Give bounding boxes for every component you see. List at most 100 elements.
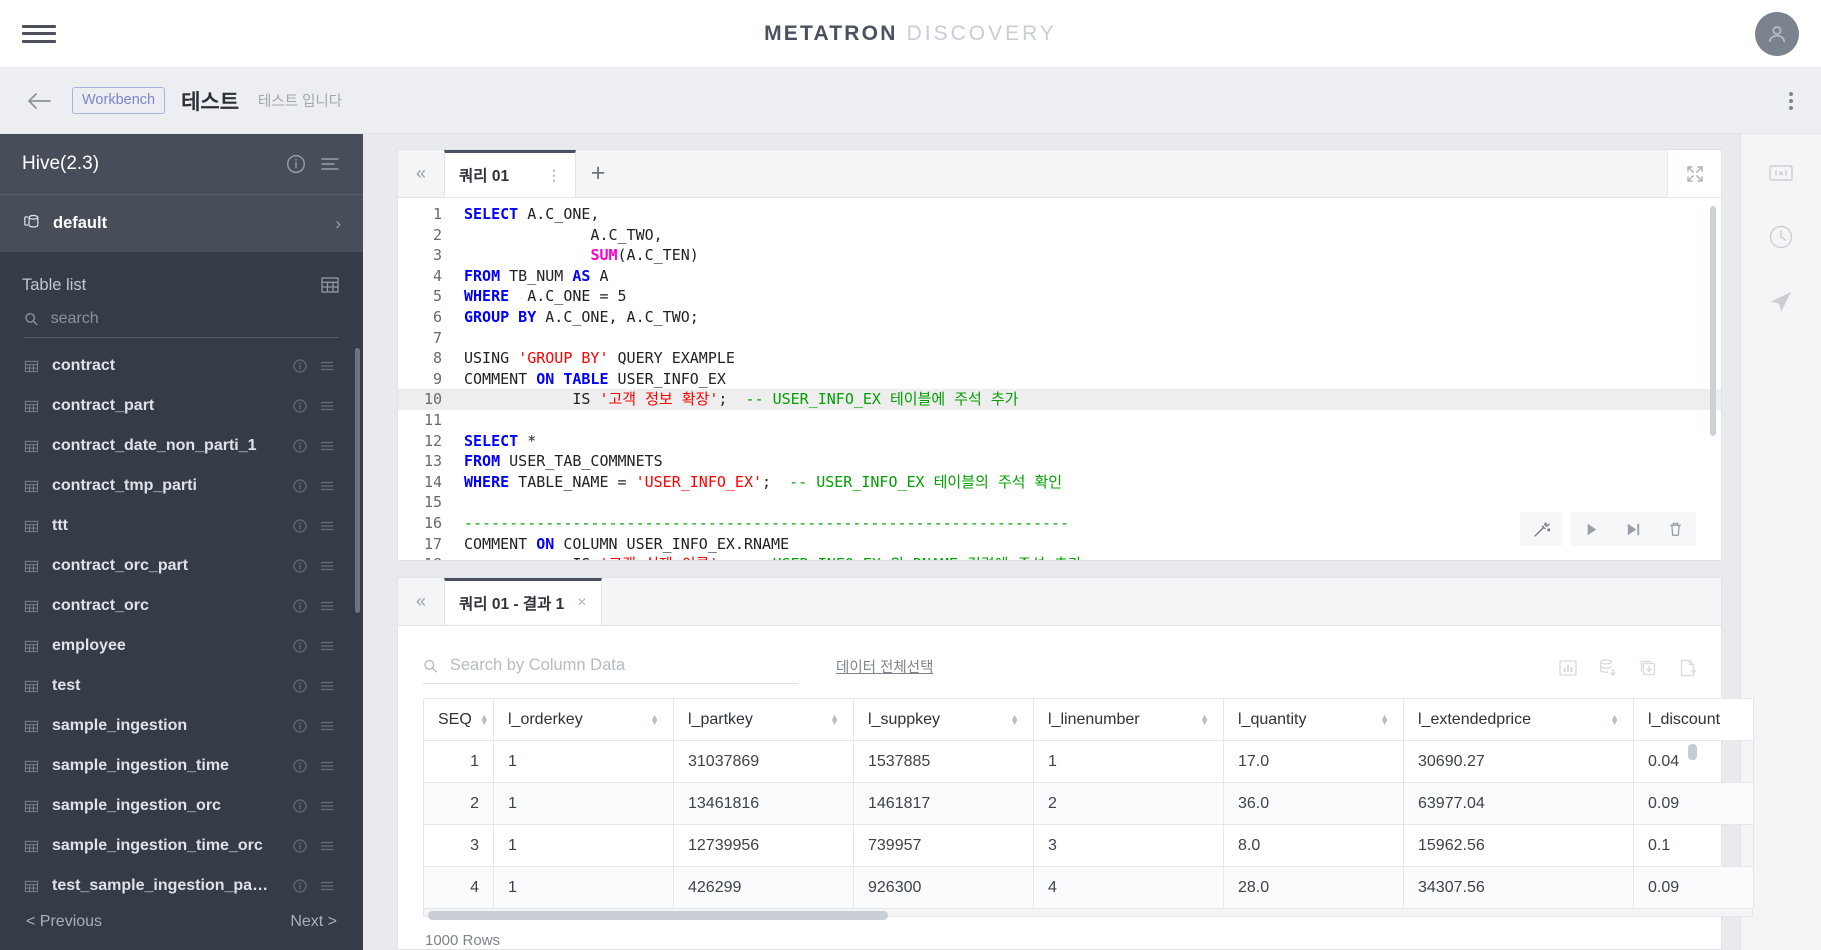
sort-icon[interactable]: ▲ ▼ (1200, 712, 1209, 726)
sidebar-database-row[interactable]: default › (0, 194, 363, 252)
sort-icon[interactable]: ▲ ▼ (1010, 712, 1019, 726)
list-menu-icon[interactable] (319, 358, 335, 374)
table-list-item[interactable]: sample_ingestion_time (0, 746, 363, 786)
table-row[interactable]: 3 1 12739956 739957 3 8.0 15962.56 0.1 (423, 824, 1754, 867)
info-icon[interactable] (292, 558, 308, 574)
table-list-item[interactable]: test (0, 666, 363, 706)
vertical-dots-icon[interactable]: ⋮ (527, 167, 561, 184)
close-icon[interactable]: × (577, 594, 586, 612)
copy-download-icon[interactable] (1637, 657, 1659, 679)
table-column-header[interactable]: l_orderkey ▲ ▼ (493, 698, 674, 741)
result-collapse-button[interactable]: « (398, 578, 444, 625)
grid-table-icon[interactable] (319, 274, 341, 296)
expand-icon[interactable] (1667, 150, 1721, 197)
search-input[interactable] (50, 310, 339, 328)
run-icon[interactable] (1570, 512, 1612, 546)
chart-icon[interactable] (1557, 657, 1579, 679)
column-search-input[interactable] (449, 656, 798, 675)
table-list-item[interactable]: contract_orc (0, 586, 363, 626)
table-list-item[interactable]: sample_ingestion (0, 706, 363, 746)
kebab-menu-icon[interactable] (1785, 88, 1797, 114)
table-list-item[interactable]: sample_ingestion_orc (0, 786, 363, 826)
info-icon[interactable] (292, 638, 308, 654)
editor-collapse-button[interactable]: « (398, 150, 444, 197)
chevron-right-icon[interactable]: › (335, 214, 341, 234)
table-row[interactable]: 2 1 13461816 1461817 2 36.0 63977.04 0.09 (423, 782, 1754, 825)
table-column-header[interactable]: SEQ ▲ ▼ (423, 698, 494, 741)
run-to-end-icon[interactable] (1612, 512, 1654, 546)
table-list-item[interactable]: contract_date_non_parti_1 (0, 426, 363, 466)
sidebar-scrollbar[interactable] (355, 348, 360, 613)
info-icon[interactable] (292, 398, 308, 414)
sort-icon[interactable]: ▲ ▼ (1610, 712, 1619, 726)
file-download-icon[interactable] (1677, 657, 1699, 679)
grid-hscroll-thumb[interactable] (428, 911, 888, 920)
database-download-icon[interactable] (1597, 657, 1619, 679)
table-list-item[interactable]: sample_ingestion_time_orc (0, 826, 363, 866)
list-menu-icon[interactable] (319, 638, 335, 654)
trash-icon[interactable] (1654, 512, 1696, 546)
grid-horizontal-scrollbar[interactable] (423, 909, 1753, 920)
sort-icon[interactable]: ▲ ▼ (480, 712, 489, 726)
table-list-item[interactable]: test_sample_ingestion_pa… (0, 866, 363, 900)
history-clock-icon[interactable] (1767, 223, 1795, 251)
variable-icon[interactable] (1767, 159, 1795, 187)
next-page-button[interactable]: Next > (290, 913, 337, 931)
info-icon[interactable] (292, 798, 308, 814)
table-list-item[interactable]: contract_orc_part (0, 546, 363, 586)
table-row[interactable]: 4 1 426299 926300 4 28.0 34307.56 0.09 (423, 866, 1754, 909)
list-menu-icon[interactable] (319, 718, 335, 734)
grid-vertical-scrollbar[interactable] (1688, 744, 1697, 760)
info-icon[interactable] (292, 878, 308, 894)
list-menu-icon[interactable] (319, 838, 335, 854)
list-menu-icon[interactable] (319, 478, 335, 494)
sort-icon[interactable]: ▲ ▼ (1380, 712, 1389, 726)
info-icon[interactable] (292, 758, 308, 774)
info-icon[interactable] (292, 478, 308, 494)
list-menu-icon[interactable] (319, 438, 335, 454)
table-column-header[interactable]: l_linenumber ▲ ▼ (1033, 698, 1224, 741)
sort-icon[interactable]: ▲ ▼ (830, 712, 839, 726)
info-icon[interactable] (292, 718, 308, 734)
info-icon[interactable] (292, 518, 308, 534)
list-menu-icon[interactable] (319, 798, 335, 814)
send-navigate-icon[interactable] (1767, 287, 1795, 315)
column-data-search-field[interactable] (423, 656, 798, 684)
info-icon[interactable] (292, 358, 308, 374)
table-list-item[interactable]: ttt (0, 506, 363, 546)
magic-wand-icon[interactable] (1520, 512, 1562, 546)
user-avatar-icon[interactable] (1755, 11, 1799, 56)
result-tab-query-01[interactable]: 쿼리 01 - 결과 1 × (444, 578, 602, 625)
table-list-item[interactable]: contract_tmp_parti (0, 466, 363, 506)
list-menu-icon[interactable] (319, 758, 335, 774)
list-menu-icon[interactable] (319, 678, 335, 694)
sql-code-area[interactable]: 1 SELECT A.C_ONE, 2 A.C_TWO, 3 SUM(A.C_TEN)… (398, 198, 1721, 560)
list-menu-icon[interactable] (319, 598, 335, 614)
arrow-left-icon[interactable] (26, 88, 52, 114)
select-all-data-link[interactable]: 데이터 전체선택 (836, 656, 933, 677)
table-search-field[interactable] (24, 310, 339, 338)
info-icon[interactable] (285, 153, 307, 175)
info-icon[interactable] (292, 438, 308, 454)
table-column-header[interactable]: l_discount (1633, 698, 1754, 741)
list-icon[interactable] (319, 153, 341, 175)
table-list-item[interactable]: contract (0, 346, 363, 386)
table-column-header[interactable]: l_quantity ▲ ▼ (1223, 698, 1404, 741)
table-row[interactable]: 1 1 31037869 1537885 1 17.0 30690.27 0.04 (423, 740, 1754, 783)
list-menu-icon[interactable] (319, 518, 335, 534)
editor-scrollbar[interactable] (1710, 206, 1716, 436)
table-column-header[interactable]: l_suppkey ▲ ▼ (853, 698, 1034, 741)
sort-icon[interactable]: ▲ ▼ (650, 712, 659, 726)
info-icon[interactable] (292, 598, 308, 614)
add-query-tab-button[interactable]: + (576, 150, 620, 197)
info-icon[interactable] (292, 678, 308, 694)
editor-tab-query-01[interactable]: 쿼리 01 ⋮ (444, 150, 576, 197)
workbench-badge[interactable]: Workbench (72, 87, 166, 114)
table-column-header[interactable]: l_extendedprice ▲ ▼ (1403, 698, 1634, 741)
list-menu-icon[interactable] (319, 878, 335, 894)
list-menu-icon[interactable] (319, 558, 335, 574)
table-list-item[interactable]: employee (0, 626, 363, 666)
table-column-header[interactable]: l_partkey ▲ ▼ (673, 698, 854, 741)
table-list-item[interactable]: contract_part (0, 386, 363, 426)
list-menu-icon[interactable] (319, 398, 335, 414)
